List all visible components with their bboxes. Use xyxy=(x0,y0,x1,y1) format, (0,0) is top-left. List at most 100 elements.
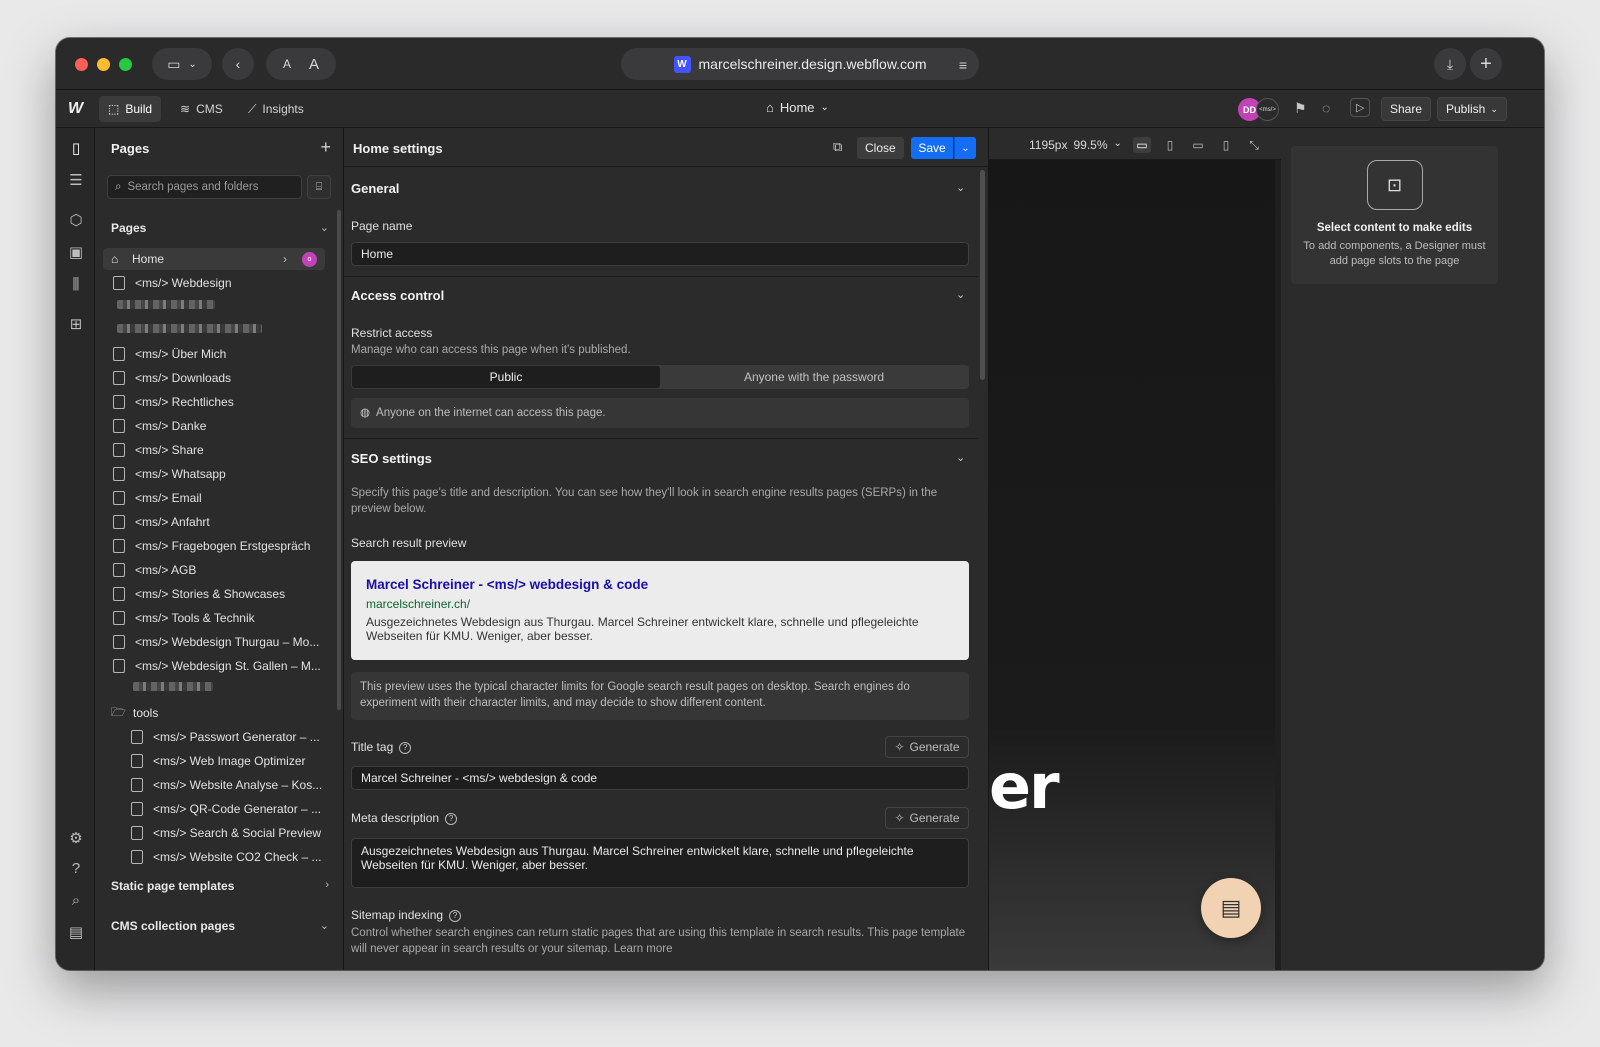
back-button[interactable]: ‹ xyxy=(222,48,254,80)
settings-title: Home settings xyxy=(353,141,443,156)
comment-icon[interactable]: ◌ xyxy=(1322,100,1330,116)
save-options-button[interactable]: ⌄ xyxy=(954,137,976,159)
seo-settings-title[interactable]: SEO settings xyxy=(351,451,432,466)
share-button[interactable]: Share xyxy=(1381,97,1432,121)
cms-pages-section[interactable]: CMS collection pages xyxy=(111,919,235,933)
chevron-down-icon[interactable]: ⌄ xyxy=(320,221,329,234)
settings-scrollbar[interactable] xyxy=(980,170,985,380)
chevron-right-icon[interactable]: › xyxy=(325,879,329,891)
help-icon[interactable]: ? xyxy=(449,909,462,922)
pages-scrollbar[interactable] xyxy=(337,210,341,710)
app-window: ▭ ⌄ ‹ A A W marcelschreiner.design.webfl… xyxy=(56,38,1544,970)
page-item[interactable]: <ms/> Rechtliches xyxy=(103,391,325,413)
maximize-window-button[interactable] xyxy=(119,58,132,71)
font-smaller-button[interactable]: A xyxy=(283,57,291,71)
workspace-avatar[interactable]: <ms/> xyxy=(1256,98,1279,121)
page-item[interactable]: <ms/> Über Mich xyxy=(103,343,325,365)
access-control-title[interactable]: Access control xyxy=(351,288,444,303)
page-item[interactable]: <ms/> Webdesign Thurgau – Mo... xyxy=(103,631,325,653)
chevron-down-icon[interactable]: ⌄ xyxy=(956,181,965,194)
page-item-label: <ms/> AGB xyxy=(135,563,197,577)
tab-insights[interactable]: ⟋ Insights xyxy=(239,96,313,122)
sidebar-toggle-button[interactable]: ▭ ⌄ xyxy=(152,48,212,80)
title-tag-input[interactable]: Marcel Schreiner - <ms/> webdesign & cod… xyxy=(351,766,969,790)
mobile-portrait-icon[interactable]: ▯ xyxy=(1217,137,1235,153)
help-icon[interactable]: ? xyxy=(66,858,86,878)
font-larger-button[interactable]: A xyxy=(309,56,319,73)
chat-button[interactable]: ▤ xyxy=(1201,878,1261,938)
page-item[interactable]: <ms/> QR-Code Generator – ... xyxy=(103,798,325,820)
access-password-option[interactable]: Anyone with the password xyxy=(660,366,968,388)
feedback-icon[interactable]: ⚑ xyxy=(1294,100,1307,117)
canvas-page-preview[interactable]: er xyxy=(989,160,1275,970)
help-icon[interactable]: ? xyxy=(399,741,412,754)
publish-button[interactable]: Publish ⌄ xyxy=(1437,97,1507,121)
url-bar[interactable]: W marcelschreiner.design.webflow.com ≡ xyxy=(621,48,979,80)
pages-icon[interactable]: ▯ xyxy=(66,138,86,158)
page-item[interactable]: <ms/> Passwort Generator – ... xyxy=(103,726,325,748)
page-item[interactable]: <ms/> Webdesign xyxy=(103,272,325,294)
page-item-home[interactable]: ⌂ Home › o xyxy=(103,248,325,270)
video-icon[interactable]: ▤ xyxy=(66,922,86,942)
tablet-breakpoint-icon[interactable]: ▯ xyxy=(1161,137,1179,153)
page-item[interactable]: <ms/> AGB xyxy=(103,559,325,581)
apps-icon[interactable]: ⊞ xyxy=(66,314,86,334)
copy-icon[interactable]: ⧉ xyxy=(833,139,842,155)
folder-item-tools[interactable]: 🗁 tools xyxy=(103,702,325,724)
page-item[interactable]: <ms/> Share xyxy=(103,439,325,461)
page-item[interactable]: <ms/> Email xyxy=(103,487,325,509)
chevron-down-icon: ⌄ xyxy=(1490,103,1498,114)
chevron-down-icon[interactable]: ⌄ xyxy=(320,919,329,932)
home-icon: ⌂ xyxy=(766,100,774,115)
page-item[interactable]: <ms/> Fragebogen Erstgespräch xyxy=(103,535,325,557)
save-button[interactable]: Save xyxy=(911,137,953,159)
page-item[interactable]: <ms/> Search & Social Preview xyxy=(103,822,325,844)
chevron-right-icon[interactable]: › xyxy=(283,252,287,266)
mobile-landscape-icon[interactable]: ▭ xyxy=(1189,137,1207,153)
assets-icon[interactable]: ▣ xyxy=(66,242,86,262)
page-item[interactable]: <ms/> Downloads xyxy=(103,367,325,389)
close-window-button[interactable] xyxy=(75,58,88,71)
page-item[interactable]: <ms/> Stories & Showcases xyxy=(103,583,325,605)
page-item[interactable]: <ms/> Anfahrt xyxy=(103,511,325,533)
library-icon[interactable]: ⫼ xyxy=(66,274,86,294)
webflow-logo-icon[interactable]: W xyxy=(68,100,83,118)
page-item[interactable]: <ms/> Website Analyse – Kos... xyxy=(103,774,325,796)
search-filter-button[interactable]: ⌸ xyxy=(307,175,331,199)
minimize-window-button[interactable] xyxy=(97,58,110,71)
add-page-icon[interactable]: + xyxy=(320,137,331,158)
access-public-option[interactable]: Public xyxy=(352,366,660,388)
meta-description-textarea[interactable]: Ausgezeichnetes Webdesign aus Thurgau. M… xyxy=(351,838,969,888)
new-tab-button[interactable]: + xyxy=(1470,48,1502,80)
close-button[interactable]: Close xyxy=(857,137,904,159)
reader-menu-icon[interactable]: ≡ xyxy=(959,57,967,73)
page-item[interactable]: <ms/> Website CO2 Check – ... xyxy=(103,846,325,868)
navigator-icon[interactable]: ☰ xyxy=(66,170,86,190)
generate-title-button[interactable]: ✧ Generate xyxy=(885,736,969,758)
components-icon[interactable]: ⬡ xyxy=(66,210,86,230)
collapse-icon[interactable]: ⤡ xyxy=(1245,137,1263,153)
tab-build[interactable]: ⬚ Build xyxy=(99,96,162,122)
generate-meta-button[interactable]: ✧ Generate xyxy=(885,807,969,829)
desktop-breakpoint-icon[interactable]: ▭ xyxy=(1133,137,1151,153)
general-section-title[interactable]: General xyxy=(351,181,399,196)
zoom-control[interactable]: 1195px 99.5% ⌄ xyxy=(1029,138,1122,152)
preview-play-icon[interactable]: ▷ xyxy=(1350,98,1371,117)
settings-gear-icon[interactable]: ⚙ xyxy=(66,828,86,848)
static-templates-section[interactable]: Static page templates xyxy=(111,879,234,893)
tab-cms[interactable]: ≋ CMS xyxy=(171,96,232,122)
page-item[interactable]: <ms/> Webdesign St. Gallen – M... xyxy=(103,655,325,677)
downloads-button[interactable]: ⤓ xyxy=(1434,48,1466,80)
chevron-down-icon[interactable]: ⌄ xyxy=(956,451,965,464)
page-item[interactable]: <ms/> Whatsapp xyxy=(103,463,325,485)
page-item[interactable]: <ms/> Web Image Optimizer xyxy=(103,750,325,772)
search-pages-input[interactable]: ⌕ Search pages and folders xyxy=(107,175,302,199)
search-icon[interactable]: ⌕ xyxy=(66,890,86,910)
help-icon[interactable]: ? xyxy=(445,812,458,825)
page-item[interactable]: <ms/> Tools & Technik xyxy=(103,607,325,629)
chevron-down-icon[interactable]: ⌄ xyxy=(956,288,965,301)
page-name-input[interactable]: Home xyxy=(351,242,969,266)
page-item[interactable]: <ms/> Danke xyxy=(103,415,325,437)
page-switcher[interactable]: ⌂ Home ⌄ xyxy=(766,100,829,115)
filter-icon: ⌸ xyxy=(315,180,323,193)
